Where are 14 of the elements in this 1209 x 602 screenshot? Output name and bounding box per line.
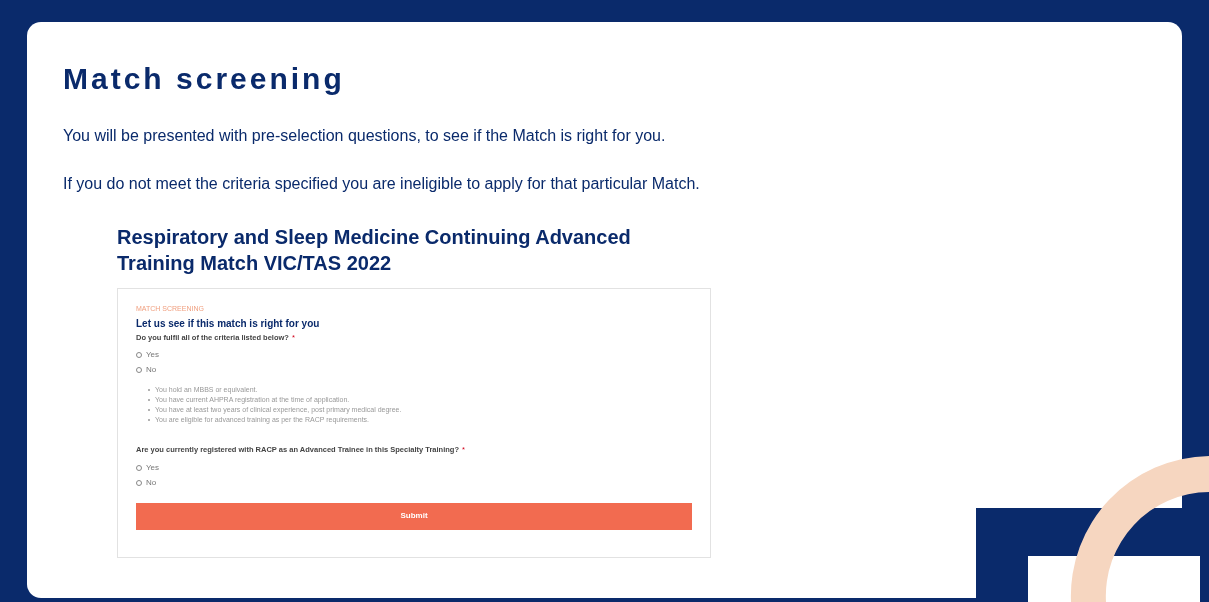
match-title: Respiratory and Sleep Medicine Continuing Advanced Training Match VIC/TAS 2022 [117, 225, 632, 276]
intro-paragraph: You will be presented with pre-selection questions, to see if the Match is right for you. [63, 126, 667, 146]
radio-button[interactable] [136, 464, 142, 471]
option-label: Yes [146, 461, 160, 474]
option-label: Yes [146, 349, 160, 362]
form-heading: Let us see if this match is right for you [136, 317, 321, 331]
page-title: Match screening [63, 64, 346, 94]
radio-button[interactable] [136, 352, 142, 359]
submit-button[interactable]: Submit [136, 502, 692, 530]
option-label: No [146, 476, 157, 489]
option-label: No [146, 364, 157, 377]
intro-paragraph: If you do not meet the criteria specified you are ineligible to apply for that particular Match. [63, 174, 701, 194]
radio-button[interactable] [136, 367, 142, 374]
radio-button[interactable] [136, 479, 142, 486]
